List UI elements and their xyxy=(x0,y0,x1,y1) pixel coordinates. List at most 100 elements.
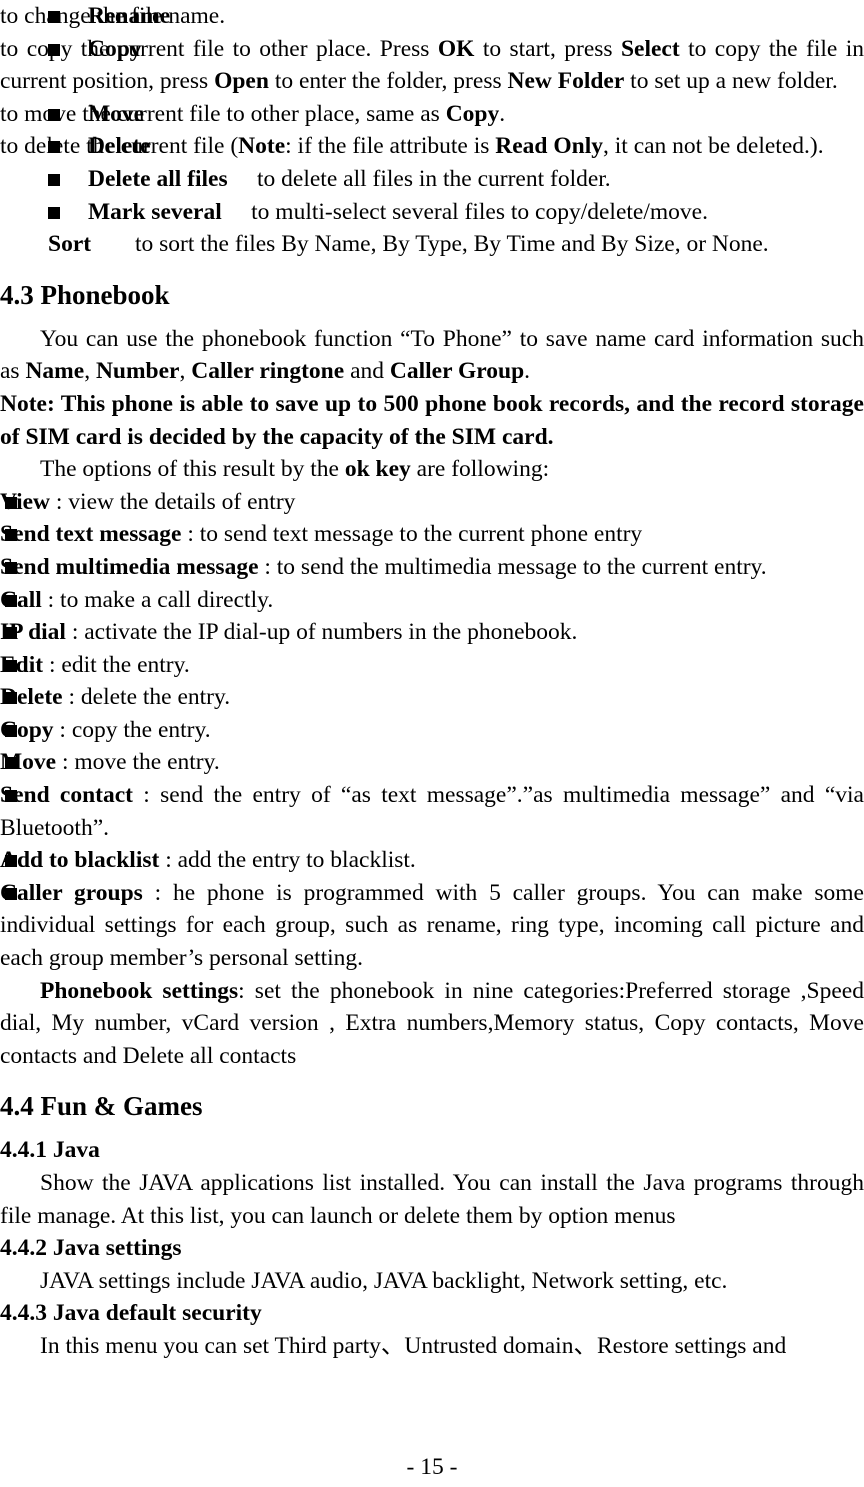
option-description: to sort the files By Name, By Type, By T… xyxy=(135,231,769,258)
list-item-move-entry: Move : move the entry. xyxy=(0,746,864,779)
sort-option-line: Sort to sort the files By Name, By Type,… xyxy=(0,228,864,261)
emphasis-text: Name xyxy=(25,358,85,385)
emphasis-text: ok key xyxy=(344,456,411,483)
option-label: Copy xyxy=(88,35,142,62)
body-text: , xyxy=(84,358,96,385)
square-bullet-icon xyxy=(48,11,60,23)
body-text: . xyxy=(499,100,506,127)
option-label: Mark several xyxy=(88,198,222,225)
emphasis-text: Number xyxy=(95,358,180,385)
body-text: to set up a new folder. xyxy=(624,68,838,95)
square-bullet-icon xyxy=(5,855,17,868)
option-gap xyxy=(228,166,257,192)
option-label: Send contact xyxy=(0,782,134,809)
emphasis-text: Caller Group xyxy=(389,358,525,385)
body-text: , xyxy=(179,358,192,385)
page-content: Rename to change the file name. Copy to … xyxy=(0,0,864,1363)
body-text: The options of this result by the xyxy=(40,456,345,483)
emphasis-text: New Folder xyxy=(507,68,625,95)
file-options-list: Rename to change the file name. Copy to … xyxy=(0,0,864,228)
option-description: : activate the IP dial-up of numbers in … xyxy=(65,619,578,646)
page-number-footer: - 15 - xyxy=(406,1454,458,1480)
square-bullet-icon xyxy=(5,887,17,900)
square-bullet-icon xyxy=(5,757,17,770)
option-label: Add to blacklist xyxy=(0,847,160,874)
option-description: : to send the multimedia message to the … xyxy=(258,553,767,580)
list-item-call: Call : to make a call directly. xyxy=(0,584,864,617)
square-bullet-icon xyxy=(5,659,17,672)
body-text: to copy the current file to other place.… xyxy=(0,35,438,62)
list-item-caller-groups: Caller groups : he phone is programmed w… xyxy=(0,877,864,975)
heading-4-4-1-java: 4.4.1 Java xyxy=(0,1137,100,1164)
ok-key-options-lead: The options of this result by the ok key… xyxy=(0,453,864,486)
square-bullet-icon xyxy=(5,496,17,509)
list-item-mark-several: Mark several to multi-select several fil… xyxy=(0,196,864,229)
option-label: Send multimedia message xyxy=(0,553,259,580)
heading-4-4-2-java-settings: 4.4.2 Java settings xyxy=(0,1235,182,1262)
option-description: : copy the entry. xyxy=(53,716,211,743)
option-wrapper: Delete all files to delete all files in … xyxy=(0,166,611,192)
body-text: : if the file attribute is xyxy=(285,133,496,160)
body-text: to start, press xyxy=(474,35,621,62)
emphasis-text: Copy xyxy=(445,100,500,127)
option-description: : to send text message to the current ph… xyxy=(181,521,643,548)
option-description: to move the current file to other place,… xyxy=(0,101,505,127)
list-item-add-to-blacklist: Add to blacklist : add the entry to blac… xyxy=(0,844,864,877)
option-description: : view the details of entry xyxy=(50,488,296,515)
list-item-delete-entry: Delete : delete the entry. xyxy=(0,681,864,714)
heading-4-3-phonebook: 4.3 Phonebook xyxy=(0,279,170,310)
list-item-copy-entry: Copy : copy the entry. xyxy=(0,714,864,747)
emphasis-text: Select xyxy=(620,35,680,62)
square-bullet-icon xyxy=(5,594,17,607)
list-item-send-contact: Send contact : send the entry of “as tex… xyxy=(0,779,864,844)
option-label: Caller groups xyxy=(0,879,143,906)
emphasis-text: Open xyxy=(214,68,269,95)
body-text: , it can not be deleted.). xyxy=(603,133,824,160)
body-text: . xyxy=(524,358,531,385)
square-bullet-icon xyxy=(5,790,17,803)
emphasis-text: Caller ringtone xyxy=(191,358,345,385)
square-bullet-icon xyxy=(5,627,17,640)
option-wrapper: Mark several to multi-select several fil… xyxy=(0,199,708,225)
phonebook-options-list: View : view the details of entry Send te… xyxy=(0,486,864,975)
body-text: and xyxy=(344,358,390,385)
java-body-paragraph: Show the JAVA applications list installe… xyxy=(0,1170,864,1229)
list-item-delete: Delete to delete the current file (Note:… xyxy=(0,130,864,163)
list-item-rename: Rename to change the file name. xyxy=(0,0,864,33)
square-bullet-icon xyxy=(5,561,17,574)
option-label: Send text message xyxy=(0,521,182,548)
body-text: are following: xyxy=(410,456,550,483)
option-gap xyxy=(222,199,251,225)
heading-4-4-fun-and-games: 4.4 Fun & Games xyxy=(0,1091,203,1122)
option-description: : edit the entry. xyxy=(43,651,190,678)
list-item-edit: Edit : edit the entry. xyxy=(0,649,864,682)
emphasis-text: OK xyxy=(437,35,475,62)
emphasis-text: Note xyxy=(238,133,286,160)
option-description: to delete all files in the current folde… xyxy=(257,165,611,192)
square-bullet-icon xyxy=(48,108,60,121)
body-text: to move the current file to other place,… xyxy=(0,100,446,127)
square-bullet-icon xyxy=(48,43,60,56)
emphasis-text: Phonebook settings xyxy=(40,977,239,1004)
option-label: Move xyxy=(88,100,145,127)
body-text: to enter the folder, press xyxy=(268,68,508,95)
square-bullet-icon xyxy=(48,206,60,219)
square-bullet-icon xyxy=(48,173,60,186)
list-item-view: View : view the details of entry xyxy=(0,486,864,519)
list-item-send-text-message: Send text message : to send text message… xyxy=(0,518,864,551)
option-label: Delete xyxy=(88,133,151,160)
square-bullet-icon xyxy=(5,529,17,542)
list-item-copy: Copy to copy the current file to other p… xyxy=(0,33,864,98)
phonebook-note-paragraph: Note: This phone is able to save up to 5… xyxy=(0,390,864,450)
list-item-send-multimedia-message: Send multimedia message : to send the mu… xyxy=(0,551,864,584)
java-settings-body-paragraph: JAVA settings include JAVA audio, JAVA b… xyxy=(40,1267,728,1294)
document-page: Rename to change the file name. Copy to … xyxy=(0,0,864,1487)
list-item-move: Move to move the current file to other p… xyxy=(0,98,864,131)
option-description: : to make a call directly. xyxy=(41,586,274,613)
option-description: : add the entry to blacklist. xyxy=(159,847,416,874)
java-default-security-body-paragraph: In this menu you can set Third party、Unt… xyxy=(40,1332,787,1359)
list-item-delete-all-files: Delete all files to delete all files in … xyxy=(0,163,864,196)
option-label: Delete all files xyxy=(88,165,228,192)
list-item-ip-dial: IP dial : activate the IP dial-up of num… xyxy=(0,616,864,649)
square-bullet-icon xyxy=(5,724,17,737)
